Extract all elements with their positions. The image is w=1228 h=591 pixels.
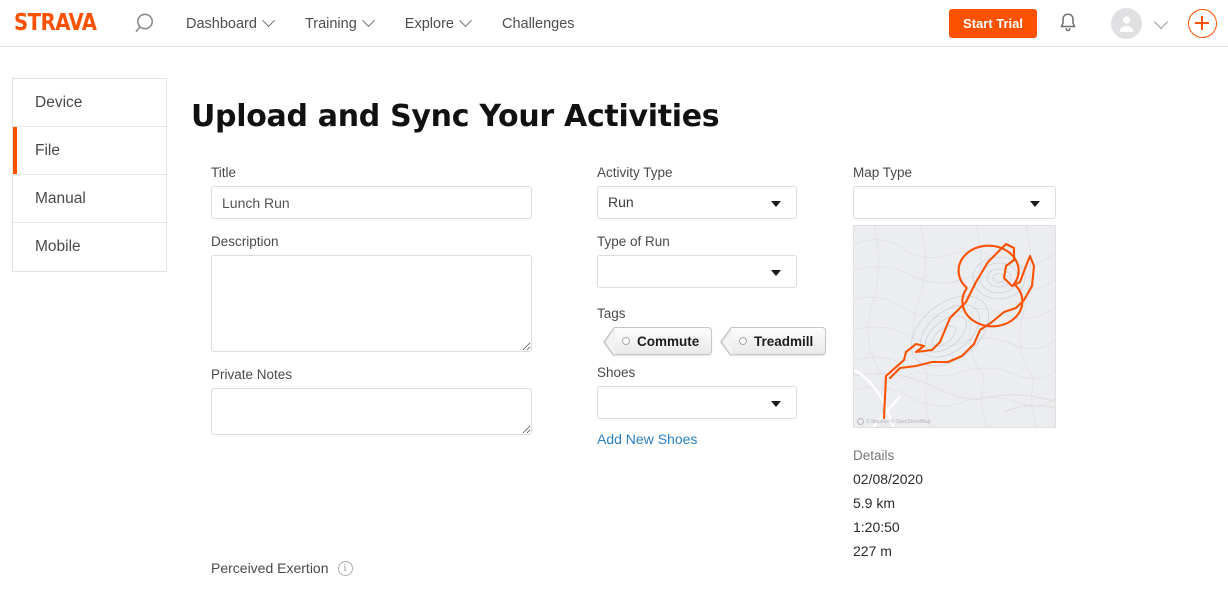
perceived-exertion-label: Perceived Exertion — [211, 560, 329, 576]
sidebar-item-file[interactable]: File — [13, 127, 166, 175]
sidebar-item-label: Mobile — [35, 238, 81, 255]
shoes-select[interactable] — [597, 386, 797, 419]
tag-label: Commute — [637, 333, 700, 349]
activity-text-column: Title Description Private Notes — [211, 165, 532, 435]
private-notes-label: Private Notes — [211, 367, 293, 382]
map-info-icon — [857, 418, 864, 425]
chevron-down-icon — [771, 201, 781, 207]
title-label: Title — [211, 165, 237, 180]
chevron-down-icon — [361, 14, 375, 28]
start-trial-button[interactable]: Start Trial — [949, 9, 1037, 38]
user-avatar-icon[interactable] — [1111, 8, 1142, 39]
strava-logo[interactable]: STRAVA — [14, 10, 97, 36]
sidebar-item-label: Device — [35, 93, 83, 111]
map-graphic — [854, 226, 1055, 427]
radio-icon — [739, 337, 747, 345]
tags-label: Tags — [597, 306, 626, 321]
nav-item-label: Dashboard — [186, 15, 257, 32]
site-header: STRAVA Dashboard Training Explore Challe… — [0, 0, 1228, 47]
main-navigation: Dashboard Training Explore Challenges — [170, 0, 591, 47]
search-icon[interactable] — [130, 10, 158, 38]
tag-commute[interactable]: Commute — [602, 327, 713, 357]
tag-label: Treadmill — [754, 333, 814, 349]
tag-treadmill[interactable]: Treadmill — [719, 327, 827, 357]
map-attribution: © Mapbox © OpenStreetMap — [857, 418, 931, 425]
nav-item-label: Challenges — [501, 15, 575, 32]
sidebar-item-mobile[interactable]: Mobile — [13, 223, 166, 271]
activity-type-column: Activity Type Run Type of Run Tags Commu… — [597, 165, 827, 449]
description-textarea[interactable] — [211, 255, 532, 352]
type-of-run-select[interactable] — [597, 255, 797, 288]
details-heading: Details — [853, 448, 895, 463]
title-input[interactable] — [211, 186, 532, 219]
chevron-down-icon — [262, 14, 275, 28]
details-time: 1:20:50 — [853, 519, 900, 535]
nav-item-explore[interactable]: Explore — [389, 0, 486, 47]
route-map-preview[interactable]: © Mapbox © OpenStreetMap — [853, 225, 1056, 428]
sidebar-item-label: File — [35, 141, 60, 159]
type-of-run-label: Type of Run — [597, 234, 670, 249]
shoes-label: Shoes — [597, 365, 636, 380]
sidebar-item-device[interactable]: Device — [13, 79, 166, 127]
details-elevation: 227 m — [853, 543, 892, 559]
details-date: 02/08/2020 — [853, 471, 924, 487]
chevron-down-icon — [771, 401, 781, 407]
map-details-column: Map Type © Mapbox © OpenStreetMap Detail… — [853, 165, 1056, 559]
upload-method-sidebar: Device File Manual Mobile — [12, 78, 167, 272]
avatar-chevron-down-icon[interactable] — [1153, 14, 1169, 30]
description-label: Description — [211, 234, 279, 249]
activity-type-value: Run — [608, 194, 634, 210]
perceived-exertion-section: Perceived Exertion i — [211, 560, 353, 576]
details-distance: 5.9 km — [853, 495, 896, 511]
chevron-down-icon — [771, 270, 781, 276]
page-title: Upload and Sync Your Activities — [191, 99, 720, 135]
tags-group: Commute Treadmill — [597, 327, 827, 358]
map-attribution-text: © Mapbox © OpenStreetMap — [866, 418, 931, 425]
chevron-down-icon — [459, 14, 472, 28]
notification-bell-icon[interactable] — [1056, 11, 1080, 36]
map-type-label: Map Type — [853, 165, 913, 180]
sidebar-item-manual[interactable]: Manual — [13, 175, 166, 223]
nav-item-dashboard[interactable]: Dashboard — [170, 0, 289, 47]
nav-item-label: Training — [304, 15, 357, 32]
private-notes-textarea[interactable] — [211, 388, 532, 435]
activity-type-select[interactable]: Run — [597, 186, 797, 219]
activity-type-label: Activity Type — [597, 165, 673, 180]
sidebar-item-label: Manual — [35, 189, 86, 207]
nav-item-challenges[interactable]: Challenges — [486, 0, 591, 47]
chevron-down-icon — [1030, 201, 1040, 207]
add-new-shoes-link[interactable]: Add New Shoes — [597, 431, 697, 447]
map-type-select[interactable] — [853, 186, 1056, 219]
radio-icon — [622, 337, 630, 345]
nav-item-training[interactable]: Training — [289, 0, 389, 47]
info-icon[interactable]: i — [337, 560, 353, 576]
plus-circle-icon[interactable] — [1188, 9, 1217, 38]
nav-item-label: Explore — [404, 15, 454, 32]
